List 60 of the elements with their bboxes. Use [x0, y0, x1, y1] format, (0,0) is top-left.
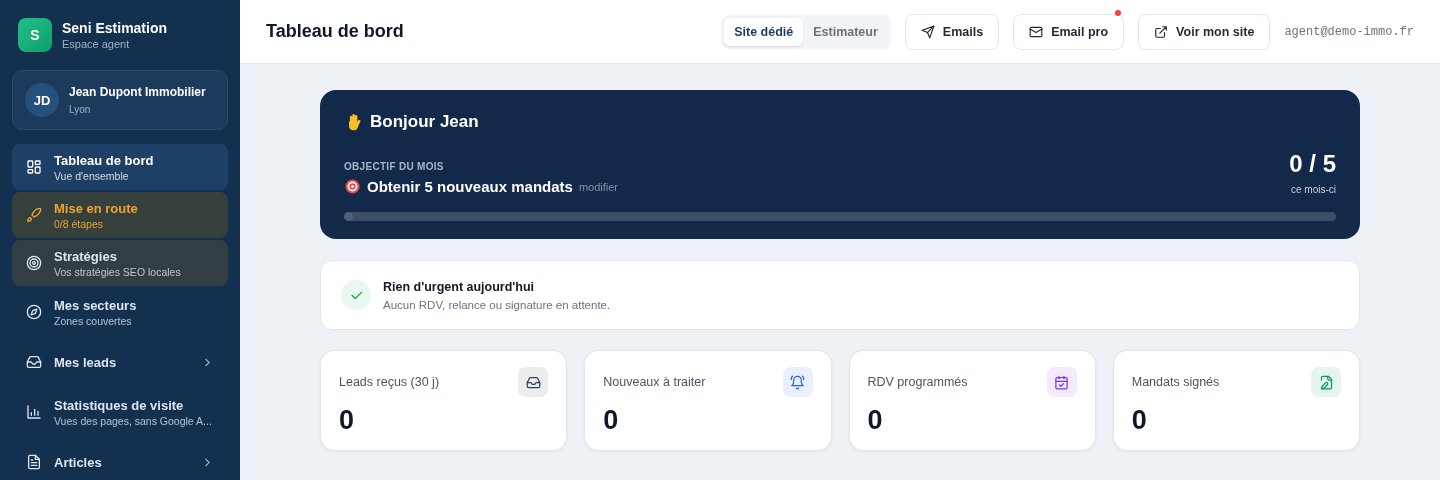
- toggle-option[interactable]: Site dédié: [724, 17, 804, 46]
- goal-text: Obtenir 5 nouveaux mandats: [367, 178, 573, 195]
- sidebar-item[interactable]: Stratégies Vos stratégies SEO locales: [12, 240, 228, 286]
- stat-value: 0: [1131, 405, 1148, 436]
- nav-label: Mise en route: [54, 200, 139, 216]
- app-subtitle: Espace agent: [62, 38, 131, 50]
- account-name: Jean Dupont Immobilier: [69, 85, 206, 99]
- user-email: agent@demo-immo.fr: [1284, 24, 1414, 39]
- sidebar-item[interactable]: Tableau de bord Vue d'ensemble: [12, 144, 228, 190]
- greeting: Bonjour Jean: [370, 112, 479, 132]
- logo: S: [18, 18, 52, 52]
- count-caption: ce mois-ci: [1291, 184, 1336, 195]
- stat-label: Leads reçus (30 j): [339, 375, 440, 389]
- nav-label: Statistiques de visite: [54, 397, 185, 413]
- edit-link[interactable]: modifier: [578, 180, 618, 193]
- nav-label: Mes secteurs: [54, 297, 138, 313]
- compass-icon: [26, 304, 42, 320]
- inbox-icon: [26, 354, 42, 370]
- nav-subtitle: Vos stratégies SEO locales: [54, 265, 182, 278]
- toggle-option[interactable]: Estimateur: [803, 17, 888, 46]
- sidebar-item[interactable]: Mes secteurs Zones couvertes: [12, 288, 228, 336]
- check-icon: [341, 280, 371, 310]
- document-icon: [26, 454, 42, 470]
- stat-label: RDV programmés: [867, 375, 968, 389]
- status-title: Rien d'urgent aujourd'hui: [383, 279, 536, 294]
- bar-chart-icon: [26, 404, 42, 420]
- nav-label: Tableau de bord: [54, 152, 155, 168]
- mail-icon: [1029, 24, 1044, 39]
- header-button[interactable]: Email pro: [1013, 13, 1125, 50]
- sidebar-item[interactable]: Mise en route 0/8 étapes: [12, 192, 228, 238]
- stat-value: 0: [603, 405, 620, 436]
- avatar: JD: [25, 83, 59, 117]
- stat-label: Mandats signés: [1131, 375, 1220, 389]
- nav-subtitle: 0/8 étapes: [54, 217, 105, 230]
- send-icon: [920, 24, 935, 39]
- stat-label: Nouveaux à traiter: [603, 375, 706, 389]
- nav-label: Stratégies: [54, 248, 118, 264]
- nav-label: Articles: [54, 454, 103, 470]
- nav-label: Mes leads: [54, 354, 118, 370]
- page-title: Tableau de bord: [266, 21, 404, 42]
- stat-value: 0: [339, 405, 356, 436]
- goal-count: 0 / 5: [1289, 150, 1336, 178]
- status-text: Aucun RDV, relance ou signature en attente.: [383, 298, 611, 311]
- header-button[interactable]: Emails: [904, 13, 1000, 50]
- nav-subtitle: Zones couvertes: [54, 314, 133, 327]
- sidebar-item[interactable]: Articles: [12, 438, 228, 480]
- target-icon: [26, 255, 42, 271]
- stat-value: 0: [867, 405, 884, 436]
- external-link-icon: [1154, 24, 1169, 39]
- grid-icon: [26, 159, 42, 175]
- account-card[interactable]: JD Jean Dupont Immobilier Lyon: [12, 70, 228, 130]
- app-name: Seni Estimation: [62, 20, 168, 36]
- account-city: Lyon: [69, 104, 92, 115]
- goal-label: OBJECTIF DU MOIS: [344, 161, 445, 172]
- sidebar-item[interactable]: Mes leads: [12, 338, 228, 386]
- nav-subtitle: Vues des pages, sans Google A...: [54, 414, 213, 427]
- sidebar-item[interactable]: Statistiques de visite Vues des pages, sans Google A...: [12, 388, 228, 436]
- header-button[interactable]: Voir mon site: [1138, 13, 1271, 50]
- nav-subtitle: Vue d'ensemble: [54, 169, 130, 182]
- target-icon: [344, 178, 361, 195]
